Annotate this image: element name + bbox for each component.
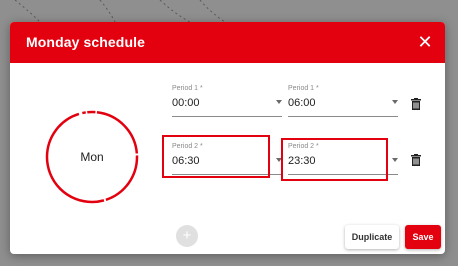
period-1-end-select[interactable]: Period 1 * 06:00 bbox=[288, 85, 398, 117]
period-1-start-label: Period 1 * bbox=[172, 85, 203, 92]
dialog-header: Monday schedule ✕ bbox=[10, 22, 445, 63]
period-1-start-value: 00:00 bbox=[172, 97, 200, 109]
chevron-down-icon bbox=[392, 100, 398, 104]
duplicate-button[interactable]: Duplicate bbox=[345, 225, 399, 249]
field-underline bbox=[288, 116, 398, 117]
add-period-button[interactable]: + bbox=[176, 225, 198, 247]
trash-icon[interactable] bbox=[411, 154, 421, 166]
highlight-period-2-end bbox=[281, 138, 388, 181]
trash-icon[interactable] bbox=[411, 98, 421, 110]
close-icon[interactable]: ✕ bbox=[415, 32, 435, 52]
chevron-down-icon bbox=[276, 100, 282, 104]
dialog-title: Monday schedule bbox=[26, 34, 145, 50]
period-1-end-label: Period 1 * bbox=[288, 85, 319, 92]
field-underline bbox=[172, 116, 282, 117]
day-circle: Mon bbox=[45, 110, 139, 204]
day-label: Mon bbox=[80, 150, 104, 164]
highlight-period-2-start bbox=[162, 135, 270, 178]
chevron-down-icon bbox=[392, 158, 398, 162]
save-button[interactable]: Save bbox=[405, 225, 441, 249]
schedule-dialog: Monday schedule ✕ Mon Period 1 * 00:00 P… bbox=[10, 22, 445, 254]
period-1-end-value: 06:00 bbox=[288, 97, 316, 109]
period-1-start-select[interactable]: Period 1 * 00:00 bbox=[172, 85, 282, 117]
